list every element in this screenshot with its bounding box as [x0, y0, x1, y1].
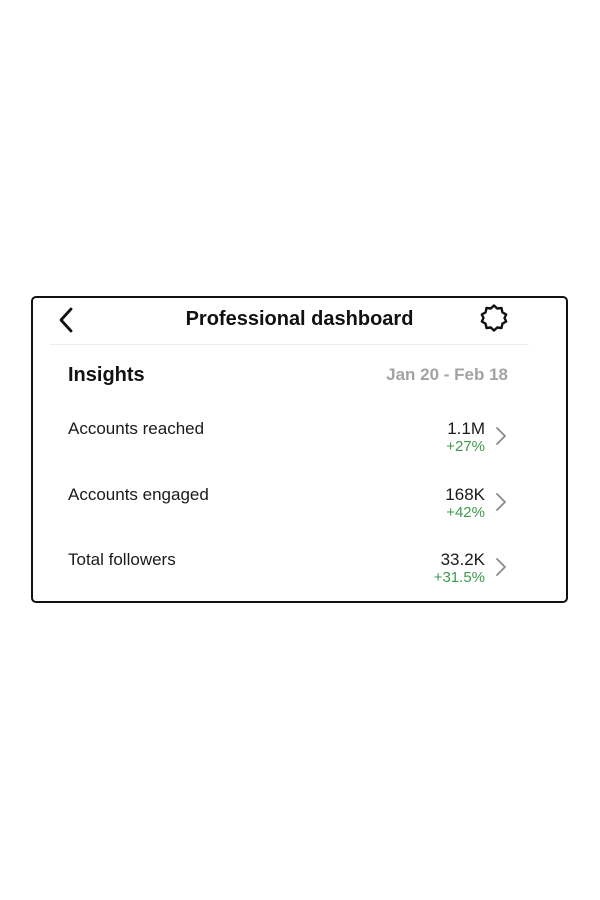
- metric-row-accounts-reached[interactable]: Accounts reached 1.1M +27%: [68, 418, 508, 468]
- metric-label: Accounts reached: [68, 419, 205, 438]
- settings-button[interactable]: [478, 302, 510, 334]
- metric-row-total-followers[interactable]: Total followers 33.2K +31.5%: [68, 549, 508, 599]
- metric-change: +31.5%: [433, 569, 485, 586]
- insights-title: Insights: [68, 364, 145, 386]
- metric-value: 33.2K: [440, 550, 485, 569]
- header-divider: [50, 344, 529, 345]
- back-button[interactable]: [54, 304, 78, 336]
- metric-value: 1.1M: [447, 419, 485, 438]
- metric-change: +27%: [446, 438, 485, 455]
- chevron-left-icon: [59, 307, 73, 333]
- chevron-right-icon: [494, 556, 508, 578]
- metric-value: 168K: [445, 485, 485, 504]
- metric-row-accounts-engaged[interactable]: Accounts engaged 168K +42%: [68, 484, 508, 534]
- chevron-right-icon: [494, 425, 508, 447]
- metric-change: +42%: [446, 504, 485, 521]
- metric-label: Total followers: [68, 550, 176, 569]
- date-range[interactable]: Jan 20 - Feb 18: [386, 363, 508, 387]
- professional-dashboard-card: Professional dashboard Insights Jan 20 -…: [31, 296, 568, 603]
- gear-icon: [480, 304, 508, 332]
- metric-label: Accounts engaged: [68, 485, 209, 504]
- chevron-right-icon: [494, 491, 508, 513]
- insights-header: Insights Jan 20 - Feb 18: [68, 362, 508, 388]
- header: Professional dashboard: [33, 298, 566, 344]
